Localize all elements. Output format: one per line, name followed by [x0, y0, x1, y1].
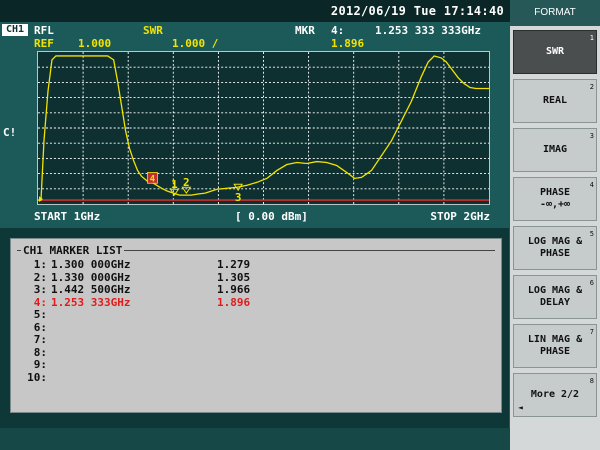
marker-value-cell: 1.966: [217, 283, 251, 296]
correction-flag: C!: [3, 126, 17, 139]
softkey-label: PHASE -∞,+∞: [539, 187, 571, 210]
softkey-number: 6: [589, 279, 594, 287]
softkey-3-button[interactable]: IMAG 3: [513, 128, 597, 172]
softkey-number: 3: [589, 132, 594, 140]
softkey-8-button[interactable]: More 2/2 8 ◄: [513, 373, 597, 417]
marker-frequency-cell: 1.253 333GHz: [51, 295, 131, 309]
ref-label: REF: [34, 37, 54, 50]
softkey-label: LOG MAG & PHASE: [527, 236, 583, 259]
scale-value: 1.000 /: [172, 37, 219, 50]
softkey-number: 4: [589, 181, 594, 189]
softkey-label: SWR: [545, 46, 565, 57]
marker-list-box: CH1 MARKER LIST 1: 1.300 000GHz 1.279 2: 1.3…: [10, 238, 502, 413]
source-power: [ 0.00 dBm]: [235, 210, 308, 223]
marker-number: 4:: [33, 295, 47, 309]
marker-number: 6:: [33, 320, 47, 334]
marker-number: 8:: [33, 345, 47, 359]
marker-number: 10:: [27, 370, 47, 384]
softkey-6-button[interactable]: LOG MAG & DELAY 6: [513, 275, 597, 319]
softkey-panel: FORMAT SWR 1 REAL 2 IMAG 3 PHASE -∞,+∞ 4 LOG MAG…: [510, 0, 600, 450]
bottom-strip: [0, 428, 510, 450]
marker-label: MKR: [295, 24, 315, 37]
softkey-5-button[interactable]: LOG MAG & PHASE 5: [513, 226, 597, 270]
ref-value: 1.000: [78, 37, 112, 50]
format-label: SWR: [143, 24, 163, 37]
softkey-menu-title: FORMAT: [510, 0, 600, 26]
softkey-label: IMAG: [542, 144, 568, 155]
softkey-7-button[interactable]: LIN MAG & PHASE 7: [513, 324, 597, 368]
marker-frequency-cell: 1.330 000GHz: [51, 270, 131, 284]
marker-number: 7:: [33, 333, 47, 346]
marker-value-cell: 1.305: [217, 270, 251, 284]
stop-frequency: STOP 2GHz: [430, 210, 490, 223]
start-frequency: START 1GHz: [34, 210, 101, 223]
softkey-number: 2: [589, 83, 594, 91]
marker-value-cell: 1.279: [217, 258, 251, 271]
softkey-label: LOG MAG & DELAY: [527, 285, 583, 308]
analyzer-screen: 2012/06/19 Tue 17:14:40 CH1 RFL SWR MKR …: [0, 0, 600, 450]
marker-list-title: CH1 MARKER LIST: [21, 244, 125, 257]
marker-panel: CH1 MARKER LIST 1: 1.300 000GHz 1.279 2: 1.3…: [0, 228, 509, 428]
marker-frequency-cell: 1.442 500GHz: [51, 283, 131, 296]
softkey-label: REAL: [542, 95, 568, 106]
marker-number: 2:: [33, 270, 47, 284]
grid: [38, 52, 489, 204]
softkey-label: LIN MAG & PHASE: [527, 334, 583, 357]
marker-number: 3:: [33, 283, 47, 296]
softkey-number: 1: [589, 34, 594, 42]
softkey-1-button[interactable]: SWR 1: [513, 30, 597, 74]
marker-number: 1:: [33, 258, 47, 271]
datetime: 2012/06/19 Tue 17:14:40: [330, 4, 504, 18]
marker-index: 4:: [331, 24, 345, 37]
softkey-number: 8: [589, 377, 594, 385]
left-arrow-icon: ◄: [518, 403, 523, 412]
marker-frequency-cell: 1.300 000GHz: [51, 258, 131, 271]
measurement-label: RFL: [34, 24, 54, 37]
marker-frequency: 1.253 333 333GHz: [375, 24, 481, 37]
marker-value-cell: 1.896: [217, 295, 251, 309]
trace-graph[interactable]: 4 1 2 3: [37, 51, 490, 205]
top-bar: 2012/06/19 Tue 17:14:40: [0, 0, 510, 22]
softkey-2-button[interactable]: REAL 2: [513, 79, 597, 123]
softkey-number: 7: [589, 328, 594, 336]
marker-3-label[interactable]: 3: [235, 191, 242, 204]
marker-number: 9:: [33, 358, 47, 371]
softkey-4-button[interactable]: PHASE -∞,+∞ 4: [513, 177, 597, 221]
marker-number: 5:: [33, 308, 47, 321]
marker-value: 1.896: [331, 37, 365, 50]
graph-svg: 4 1 2 3: [38, 52, 489, 204]
softkey-number: 5: [589, 230, 594, 238]
softkey-label: More 2/2: [530, 389, 580, 400]
marker-4-label[interactable]: 4: [150, 174, 155, 184]
channel-tag[interactable]: CH1: [2, 24, 28, 36]
